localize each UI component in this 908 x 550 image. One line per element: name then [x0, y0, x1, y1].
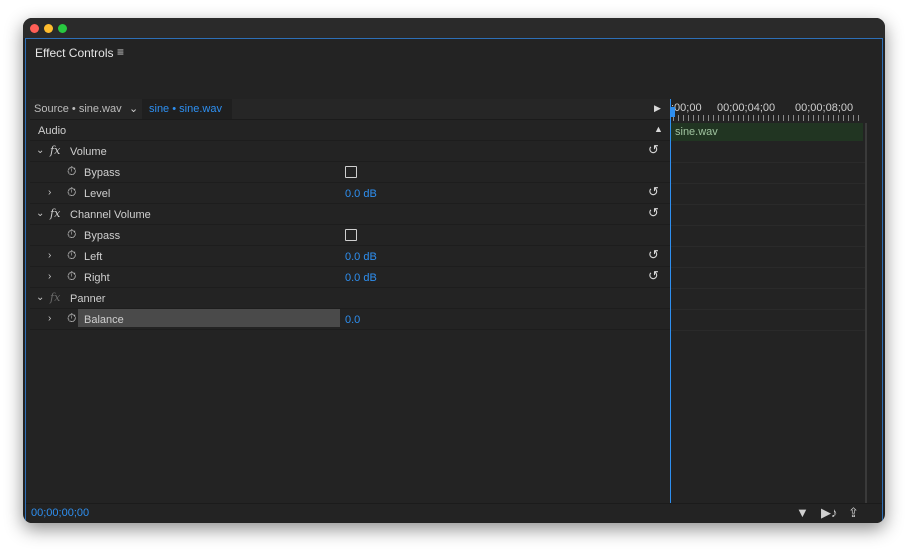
effect-controls-panel: Effect Controls ≡ Source • sine.wav ⌄ si… — [25, 38, 883, 523]
playhead-timecode[interactable]: 00;00;00;00 — [31, 507, 89, 519]
section-label: Audio — [38, 125, 67, 137]
reset-icon[interactable]: ↺ — [648, 184, 659, 200]
track-divider — [671, 246, 865, 247]
export-icon[interactable]: ⇪ — [848, 505, 859, 521]
effect-row-panner[interactable]: ⌄ fx Panner — [30, 288, 670, 309]
reset-icon[interactable]: ↺ — [648, 247, 659, 263]
level-value[interactable]: 0.0 dB — [345, 188, 377, 200]
stopwatch-icon[interactable]: ⏱ — [67, 164, 76, 179]
chevron-right-icon[interactable]: › — [48, 187, 51, 198]
ruler-tc-mid: 00;00;04;00 — [717, 102, 776, 114]
reset-icon[interactable]: ↺ — [648, 142, 659, 158]
section-row-audio: Audio ▲ — [30, 120, 670, 141]
reset-icon[interactable]: ↺ — [648, 268, 659, 284]
ruler-ticks — [673, 115, 863, 121]
param-row-bypass: ⏱ Bypass — [30, 162, 670, 183]
balance-value[interactable]: 0.0 — [345, 314, 360, 326]
param-label: Right — [84, 272, 110, 284]
clip-tab[interactable]: sine • sine.wav — [142, 99, 232, 119]
chevron-down-icon[interactable]: ⌄ — [36, 145, 44, 156]
panel-header: Effect Controls ≡ — [26, 39, 882, 79]
param-label: Level — [84, 188, 111, 200]
chevron-right-icon[interactable]: › — [48, 313, 51, 324]
chevron-down-icon[interactable]: ⌄ — [129, 102, 138, 115]
fx-icon[interactable]: fx — [50, 207, 60, 220]
timeline-clip[interactable]: sine.wav — [671, 123, 863, 141]
stopwatch-icon[interactable]: ⏱ — [67, 227, 76, 242]
scroll-up-icon[interactable]: ▲ — [654, 124, 663, 134]
play-audio-icon[interactable]: ▶♪ — [821, 505, 838, 521]
track-divider — [671, 288, 865, 289]
stopwatch-icon[interactable]: ⏱ — [67, 185, 76, 200]
hamburger-icon[interactable]: ≡ — [117, 45, 124, 59]
pane-divider[interactable] — [670, 99, 671, 503]
track-divider — [671, 204, 865, 205]
track-divider — [671, 183, 865, 184]
source-tabbar: Source • sine.wav ⌄ sine • sine.wav ▶ — [30, 99, 670, 120]
zoom-window-button[interactable] — [58, 24, 67, 33]
track-divider — [671, 309, 865, 310]
minimize-window-button[interactable] — [44, 24, 53, 33]
stopwatch-icon[interactable]: ⏱ — [67, 311, 76, 326]
param-row-bypass: ⏱ Bypass — [30, 225, 670, 246]
filter-icon[interactable]: ▼ — [796, 505, 809, 520]
play-icon[interactable]: ▶ — [654, 103, 661, 114]
chevron-right-icon[interactable]: › — [48, 250, 51, 261]
close-window-button[interactable] — [30, 24, 39, 33]
track-divider — [671, 162, 865, 163]
ruler-tc-start: ;00;00 — [671, 102, 702, 114]
param-label: Bypass — [84, 230, 121, 242]
fx-icon[interactable]: fx — [50, 291, 60, 304]
ruler-tc-end: 00;00;08;00 — [795, 102, 854, 114]
param-label: Balance — [84, 314, 124, 326]
chevron-down-icon[interactable]: ⌄ — [36, 208, 44, 219]
param-row-level: › ⏱ Level 0.0 dB ↺ — [30, 183, 670, 204]
effect-name: Channel Volume — [70, 209, 151, 221]
stopwatch-icon[interactable]: ⏱ — [67, 269, 76, 284]
effect-name: Panner — [70, 293, 106, 305]
fx-icon[interactable]: fx — [50, 144, 60, 157]
param-row-left: › ⏱ Left 0.0 dB ↺ — [30, 246, 670, 267]
chevron-down-icon[interactable]: ⌄ — [36, 292, 44, 303]
left-value[interactable]: 0.0 dB — [345, 251, 377, 263]
track-divider — [671, 267, 865, 268]
effect-controls-window: Effect Controls ≡ Source • sine.wav ⌄ si… — [23, 18, 885, 523]
param-row-right: › ⏱ Right 0.0 dB ↺ — [30, 267, 670, 288]
effect-name: Volume — [70, 146, 107, 158]
vertical-scrollbar[interactable] — [865, 123, 867, 503]
playhead-handle[interactable] — [671, 107, 675, 117]
param-label: Left — [84, 251, 103, 263]
reset-icon[interactable]: ↺ — [648, 205, 659, 221]
window-titlebar — [23, 18, 885, 38]
timeline-ruler[interactable]: ;00;00 00;00;04;00 00;00;08;00 — [671, 99, 865, 123]
track-divider — [671, 225, 865, 226]
effect-row-channel-volume[interactable]: ⌄ fx Channel Volume ↺ — [30, 204, 670, 225]
source-tab[interactable]: Source • sine.wav — [34, 103, 122, 115]
param-label: Bypass — [84, 167, 121, 179]
chevron-right-icon[interactable]: › — [48, 271, 51, 282]
clip-tab-label: sine • sine.wav — [149, 103, 222, 115]
param-row-balance: › ⏱ Balance 0.0 — [30, 309, 670, 330]
panel-footer: 00;00;00;00 ▼ ▶♪ ⇪ — [26, 503, 882, 523]
right-value[interactable]: 0.0 dB — [345, 272, 377, 284]
panel-title[interactable]: Effect Controls — [35, 46, 113, 60]
bypass-checkbox[interactable] — [345, 166, 357, 178]
track-divider — [671, 330, 865, 331]
clip-name: sine.wav — [675, 126, 718, 138]
effect-row-volume[interactable]: ⌄ fx Volume ↺ — [30, 141, 670, 162]
bypass-checkbox[interactable] — [345, 229, 357, 241]
stopwatch-icon[interactable]: ⏱ — [67, 248, 76, 263]
